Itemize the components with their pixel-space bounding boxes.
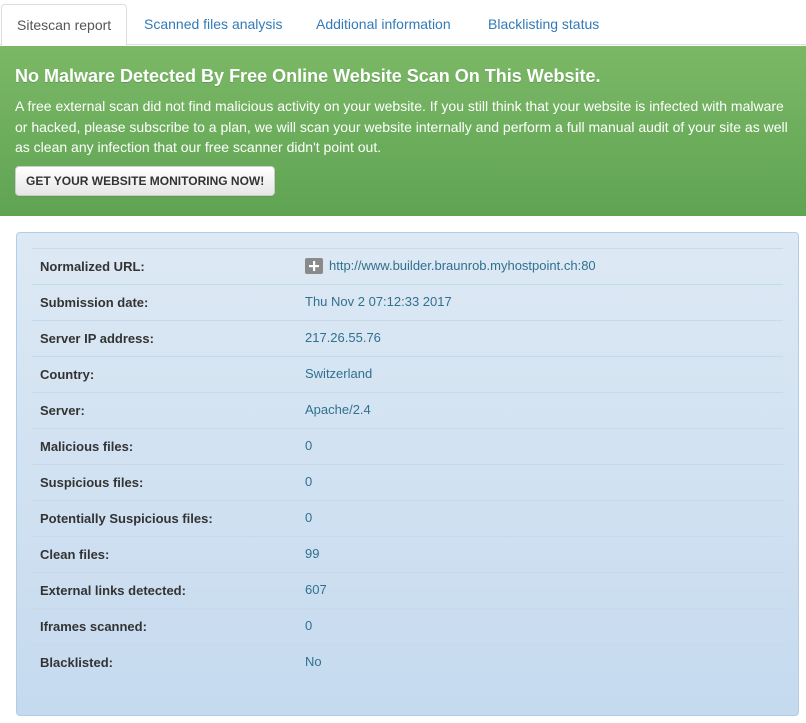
scan-details-table: Normalized URL: http://www.builder.braun… bbox=[32, 248, 783, 680]
scan-result-banner: No Malware Detected By Free Online Websi… bbox=[0, 46, 806, 216]
scan-details-panel: Normalized URL: http://www.builder.braun… bbox=[16, 232, 799, 716]
table-row-country: Country: Switzerland bbox=[32, 356, 783, 392]
table-row-external-links: External links detected: 607 bbox=[32, 572, 783, 608]
row-label: Clean files: bbox=[40, 547, 110, 562]
table-row-potentially-suspicious-files: Potentially Suspicious files: 0 bbox=[32, 500, 783, 536]
row-label: Suspicious files: bbox=[40, 475, 144, 490]
table-row-server: Server: Apache/2.4 bbox=[32, 392, 783, 428]
row-label: Normalized URL: bbox=[40, 259, 145, 274]
banner-description: A free external scan did not find malici… bbox=[15, 98, 788, 155]
table-row-server-ip: Server IP address: 217.26.55.76 bbox=[32, 320, 783, 356]
row-value: 217.26.55.76 bbox=[305, 330, 381, 345]
table-row-submission-date: Submission date: Thu Nov 2 07:12:33 2017 bbox=[32, 284, 783, 320]
row-label: Submission date: bbox=[40, 295, 149, 310]
row-value: 0 bbox=[305, 618, 313, 633]
tab-sitescan-report[interactable]: Sitescan report bbox=[1, 4, 128, 46]
normalized-url-value: http://www.builder.braunrob.myhostpoint.… bbox=[329, 258, 596, 273]
table-row-iframes-scanned: Iframes scanned: 0 bbox=[32, 608, 783, 644]
row-value: 0 bbox=[305, 474, 313, 489]
banner-title: No Malware Detected By Free Online Websi… bbox=[15, 66, 601, 86]
row-label: Potentially Suspicious files: bbox=[40, 511, 213, 526]
monitoring-cta-button[interactable]: GET YOUR WEBSITE MONITORING NOW! bbox=[15, 166, 276, 196]
row-value: 0 bbox=[305, 510, 313, 525]
report-tabs: Sitescan report Scanned files analysis A… bbox=[0, 0, 806, 46]
row-label: Malicious files: bbox=[40, 439, 134, 454]
tab-scanned-files-analysis[interactable]: Scanned files analysis bbox=[144, 4, 283, 45]
table-row-blacklisted: Blacklisted: No bbox=[32, 644, 783, 680]
row-value: 607 bbox=[305, 582, 327, 597]
table-row-clean-files: Clean files: 99 bbox=[32, 536, 783, 572]
row-value: 99 bbox=[305, 546, 320, 561]
row-label: Server IP address: bbox=[40, 331, 154, 346]
row-value-url: http://www.builder.braunrob.myhostpoint.… bbox=[305, 249, 596, 283]
row-value: No bbox=[305, 654, 322, 669]
plus-icon[interactable] bbox=[305, 257, 323, 274]
row-value: Thu Nov 2 07:12:33 2017 bbox=[305, 294, 452, 309]
table-row-malicious-files: Malicious files: 0 bbox=[32, 428, 783, 464]
table-row-normalized-url: Normalized URL: http://www.builder.braun… bbox=[32, 248, 783, 284]
row-label: External links detected: bbox=[40, 583, 186, 598]
row-label: Iframes scanned: bbox=[40, 619, 147, 634]
row-value: Switzerland bbox=[305, 366, 373, 381]
row-value: Apache/2.4 bbox=[305, 402, 371, 417]
table-row-suspicious-files: Suspicious files: 0 bbox=[32, 464, 783, 500]
row-value: 0 bbox=[305, 438, 313, 453]
row-label: Server: bbox=[40, 403, 85, 418]
row-label: Blacklisted: bbox=[40, 655, 113, 670]
tab-additional-information[interactable]: Additional information bbox=[316, 4, 451, 45]
tab-blacklisting-status[interactable]: Blacklisting status bbox=[488, 4, 599, 45]
row-label: Country: bbox=[40, 367, 95, 382]
